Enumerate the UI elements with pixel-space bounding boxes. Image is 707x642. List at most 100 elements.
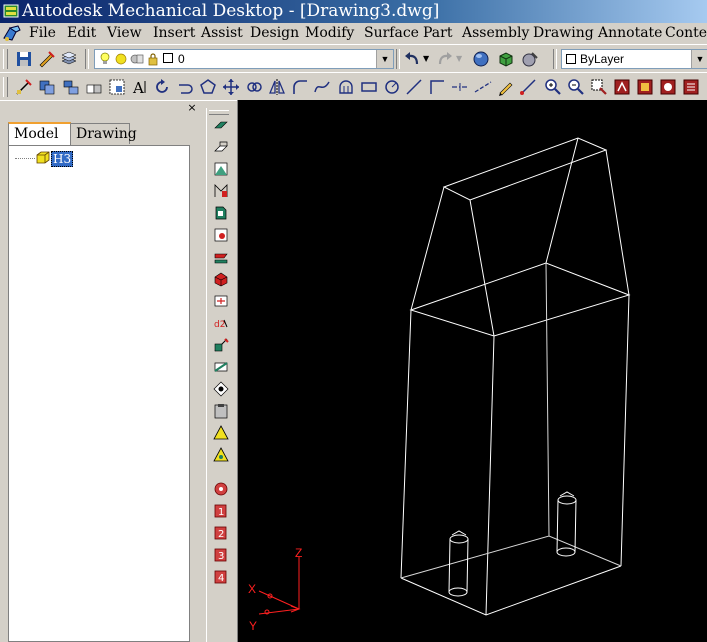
layers-icon[interactable] [59,49,79,69]
fillet-icon[interactable] [290,77,310,97]
menu-content[interactable]: Content [665,25,707,41]
tab-drawing[interactable]: Drawing [70,123,137,144]
undo-icon[interactable] [402,49,422,69]
rotate-icon[interactable] [152,77,172,97]
tree-node-label: H3 [51,151,74,167]
drawing-viewport[interactable]: Z X Y [237,100,707,642]
polygon-icon[interactable] [198,77,218,97]
part-modeling-toolbar: d2 1 2 3 4 [206,108,233,642]
revolve-icon[interactable] [212,160,230,178]
measure-icon[interactable] [518,77,538,97]
extrude-icon[interactable] [212,138,230,156]
design-variables-icon[interactable] [212,480,230,498]
warning-triangle-icon[interactable] [212,424,230,442]
part-1-icon[interactable]: 1 [212,502,230,520]
circle-icon[interactable] [382,77,402,97]
menu-assembly[interactable]: Assembly [462,25,529,41]
region-icon[interactable] [107,77,127,97]
design-library-icon[interactable] [612,77,632,97]
menu-bar: File Edit View Insert Assist Design Modi… [0,23,707,44]
hole-icon[interactable] [212,226,230,244]
menu-surface[interactable]: Surface [364,25,419,41]
pencil-icon[interactable] [496,77,516,97]
save-icon[interactable] [14,49,34,69]
centerline-icon[interactable] [450,77,470,97]
toolbar-separator-line [0,72,707,73]
menu-insert[interactable]: Insert [153,25,195,41]
redo-dropdown-icon[interactable]: ▼ [456,54,462,63]
shell-icon[interactable] [212,292,230,310]
menu-design[interactable]: Design [250,25,299,41]
content-library-icon[interactable] [635,77,655,97]
chevron-down-icon[interactable]: ▼ [691,50,707,68]
menu-annotate[interactable]: Annotate [598,25,662,41]
app-icon[interactable] [3,3,19,19]
ucs-icon [258,557,301,615]
move-icon[interactable] [221,77,241,97]
svg-text:d2: d2 [214,320,225,330]
cube-icon[interactable] [496,49,516,69]
render-icon[interactable] [520,49,540,69]
zoom-out-icon[interactable] [566,77,586,97]
linetype-combo[interactable]: ByLayer ▼ [561,49,707,69]
menu-edit[interactable]: Edit [67,25,96,41]
zoom-in-icon[interactable] [543,77,563,97]
chevron-down-icon[interactable]: ▼ [376,50,393,68]
clipboard-icon[interactable] [212,402,230,420]
align-icon[interactable] [61,77,81,97]
polyline-icon[interactable] [427,77,447,97]
layer-combo[interactable]: 0 ▼ [94,49,394,69]
new-part-icon[interactable] [212,116,230,134]
menu-separator [0,44,707,45]
work-plane-icon[interactable] [212,358,230,376]
menu-drawing[interactable]: Drawing [533,25,594,41]
line-icon[interactable] [404,77,424,97]
menu-assist[interactable]: Assist [201,25,243,41]
rectangle-icon[interactable] [359,77,379,97]
toolbar-grip[interactable] [209,110,229,115]
menu-modify[interactable]: Modify [305,25,354,41]
part-3-icon[interactable]: 3 [212,546,230,564]
color-swatch [566,54,576,64]
text-icon[interactable]: A [130,77,150,97]
arc-icon[interactable] [175,77,195,97]
work-point-icon[interactable] [212,380,230,398]
toolbar-grip[interactable] [3,77,8,97]
chamfer-icon[interactable] [212,270,230,288]
loft-icon[interactable] [212,204,230,222]
construction-line-icon[interactable] [473,77,493,97]
tab-model[interactable]: Model [8,122,71,145]
hatch-icon[interactable] [336,77,356,97]
spline-icon[interactable] [312,77,332,97]
face-draft-icon[interactable]: d2 [212,314,230,332]
menu-part[interactable]: Part [423,25,452,41]
zoom-window-icon[interactable] [589,77,609,97]
standard-parts-icon[interactable] [658,77,678,97]
orbit-icon[interactable] [244,77,264,97]
toolbar-grip[interactable] [3,49,8,69]
close-icon[interactable]: × [186,102,198,114]
svg-text:2: 2 [218,529,224,540]
sketch-icon[interactable] [14,77,34,97]
calculations-icon[interactable] [681,77,701,97]
update-part-icon[interactable] [212,446,230,464]
properties-icon[interactable] [37,49,57,69]
menu-file[interactable]: File [29,25,56,41]
sphere-icon[interactable] [471,49,491,69]
part-4-icon[interactable]: 4 [212,568,230,586]
linetype-combo-value: ByLayer [580,52,625,66]
redo-icon[interactable] [435,49,455,69]
copy-object-icon[interactable] [37,77,57,97]
mirror-icon[interactable] [267,77,287,97]
split-icon[interactable] [212,336,230,354]
part-2-icon[interactable]: 2 [212,524,230,542]
window-title: Autodesk Mechanical Desktop - [Drawing3.… [22,1,440,21]
menu-view[interactable]: View [107,25,142,41]
fillet-feature-icon[interactable] [212,248,230,266]
document-icon[interactable] [2,24,22,42]
toolbar-separator [553,49,557,69]
undo-dropdown-icon[interactable]: ▼ [423,54,429,63]
lock-icon [148,53,158,66]
sweep-icon[interactable] [212,182,230,200]
block-icon[interactable] [84,77,104,97]
